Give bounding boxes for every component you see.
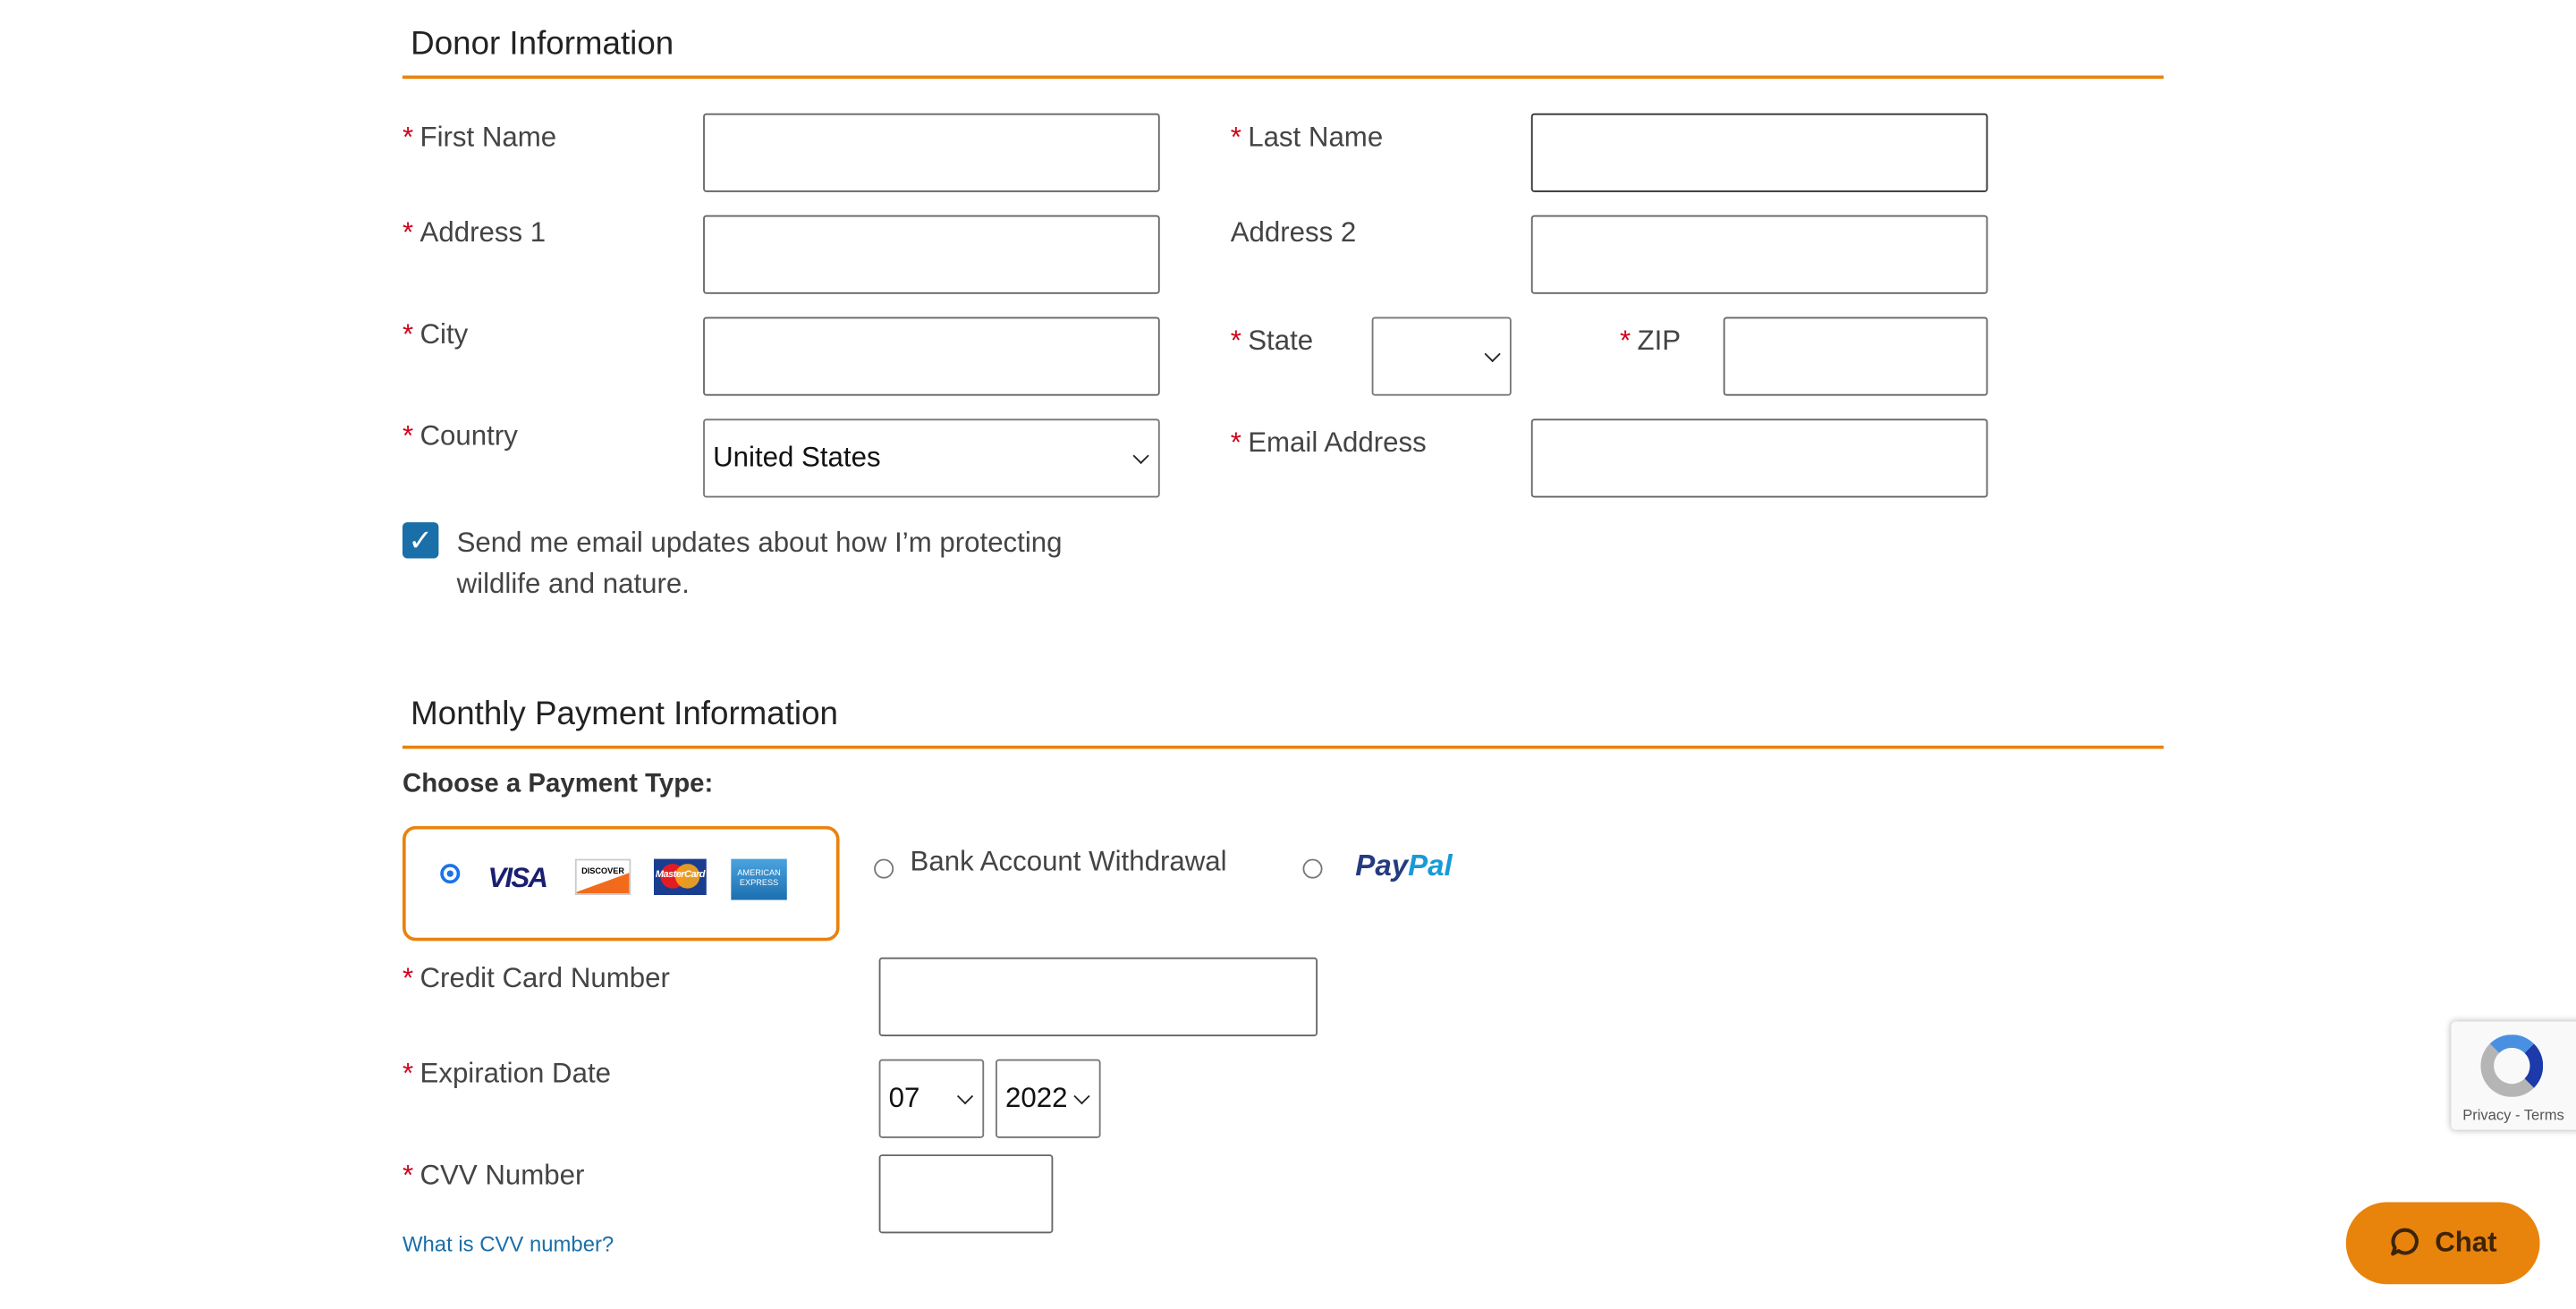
chat-bubble-icon: [2391, 1228, 2419, 1256]
label-text: Address 1: [419, 216, 547, 249]
chevron-down-icon: [1073, 1088, 1090, 1105]
required-marker: *: [402, 962, 414, 994]
label-text: CVV Number: [419, 1159, 585, 1191]
section-divider: [402, 75, 2164, 80]
label-text: Email Address: [1248, 426, 1427, 459]
donation-form: Donor Information * First Name * Last Name…: [0, 0, 2576, 1309]
address1-label: * Address 1: [402, 216, 546, 249]
first-name-label: * First Name: [402, 122, 556, 155]
required-marker: *: [402, 121, 414, 153]
chat-button[interactable]: Chat: [2345, 1202, 2540, 1285]
country-value: United States: [713, 442, 881, 473]
bank-option-label[interactable]: Bank Account Withdrawal: [911, 846, 1227, 879]
radio-dot: [446, 870, 453, 877]
payment-type-label: Choose a Payment Type:: [402, 770, 714, 798]
credit-card-option[interactable]: VISA DISCOVER MasterCard AMERICAN EXPRES…: [402, 825, 840, 942]
chevron-down-icon: [1484, 345, 1501, 363]
card-number-label: * Credit Card Number: [402, 962, 670, 995]
cvv-help-link[interactable]: What is CVV number?: [402, 1232, 614, 1257]
required-marker: *: [402, 1057, 414, 1089]
card-number-input[interactable]: [878, 957, 1318, 1036]
label-text: Country: [419, 420, 518, 452]
email-updates-line1: Send me email updates about how I’m prot…: [456, 527, 1063, 559]
required-marker: *: [402, 216, 414, 249]
address2-label: Address 2: [1230, 216, 1357, 249]
paypal-logo-pay: Pay: [1355, 849, 1409, 883]
address2-input[interactable]: [1530, 215, 1988, 294]
label-text: First Name: [419, 121, 557, 153]
discover-logo: DISCOVER: [574, 858, 631, 896]
year-value: 2022: [1005, 1082, 1068, 1114]
amex-logo: AMERICAN EXPRESS: [731, 858, 787, 900]
expiration-year-select[interactable]: 2022: [996, 1059, 1101, 1138]
required-marker: *: [402, 420, 414, 452]
bank-radio[interactable]: [874, 858, 894, 879]
state-label: * State: [1231, 325, 1313, 359]
required-marker: *: [1230, 426, 1241, 459]
email-label: * Email Address: [1231, 427, 1427, 460]
email-updates-text: Send me email updates about how I’m prot…: [457, 522, 1063, 604]
zip-label: * ZIP: [1620, 325, 1681, 359]
checkmark-icon: ✓: [408, 523, 434, 557]
mastercard-text: MasterCard: [655, 870, 706, 881]
state-select[interactable]: [1371, 317, 1512, 396]
mastercard-logo: MasterCard: [654, 858, 707, 896]
donor-info-title: Donor Information: [411, 26, 674, 63]
country-label: * Country: [402, 420, 518, 453]
label-text: City: [419, 318, 469, 350]
recaptcha-badge[interactable]: Privacy - Terms: [2451, 1021, 2576, 1130]
visa-logo: VISA: [487, 862, 547, 894]
required-marker: *: [402, 1159, 414, 1191]
country-select[interactable]: United States: [703, 418, 1160, 498]
required-marker: *: [1230, 325, 1241, 357]
email-input[interactable]: [1530, 418, 1988, 498]
payment-info-title: Monthly Payment Information: [411, 696, 838, 733]
paypal-logo-pal: Pal: [1408, 849, 1453, 883]
paypal-radio[interactable]: [1302, 858, 1323, 879]
label-text: Credit Card Number: [419, 962, 670, 994]
section-divider: [402, 745, 2164, 749]
paypal-logo[interactable]: PayPal: [1355, 849, 1452, 884]
expiration-month-select[interactable]: 07: [878, 1059, 985, 1138]
credit-card-radio[interactable]: [440, 864, 461, 884]
city-label: * City: [402, 318, 468, 351]
last-name-label: * Last Name: [1231, 122, 1383, 155]
expiration-label: * Expiration Date: [402, 1058, 611, 1091]
chevron-down-icon: [1132, 447, 1149, 464]
required-marker: *: [402, 318, 414, 350]
chevron-down-icon: [956, 1088, 974, 1105]
first-name-input[interactable]: [703, 113, 1160, 192]
required-marker: *: [1619, 325, 1631, 357]
label-text: Expiration Date: [419, 1057, 611, 1089]
required-marker: *: [1230, 121, 1241, 153]
zip-input[interactable]: [1723, 317, 1988, 396]
cvv-label: * CVV Number: [402, 1160, 584, 1193]
last-name-input[interactable]: [1530, 113, 1988, 192]
cvv-input[interactable]: [878, 1154, 1054, 1234]
chat-label: Chat: [2435, 1227, 2497, 1258]
label-text: State: [1248, 325, 1314, 357]
email-updates-line2: wildlife and nature.: [456, 568, 690, 600]
label-text: Last Name: [1248, 121, 1384, 153]
email-updates-checkbox[interactable]: ✓: [402, 522, 439, 559]
city-input[interactable]: [703, 317, 1160, 396]
month-value: 07: [888, 1082, 920, 1114]
recaptcha-icon: [2480, 1035, 2544, 1097]
address1-input[interactable]: [703, 215, 1160, 294]
recaptcha-links[interactable]: Privacy - Terms: [2462, 1107, 2564, 1123]
label-text: ZIP: [1637, 325, 1682, 357]
